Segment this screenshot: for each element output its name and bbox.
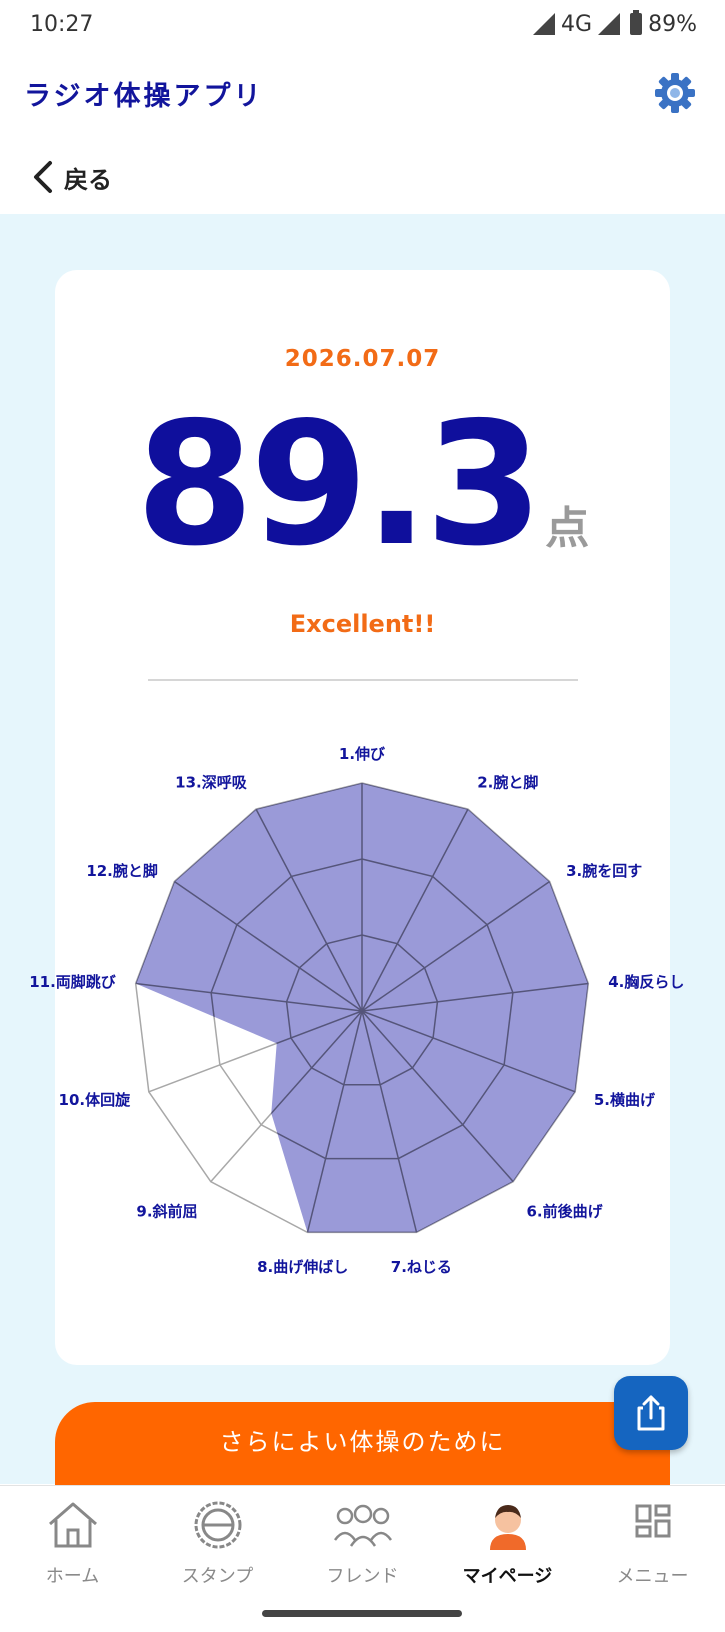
nav-item-friends[interactable]: フレンド <box>290 1500 435 1600</box>
nav-item-mypage[interactable]: マイページ <box>435 1500 580 1600</box>
share-icon <box>637 1395 665 1431</box>
nav-label-home: ホーム <box>45 1566 100 1587</box>
radar-axis-label-8: 8.曲げ伸ばし <box>257 1258 348 1276</box>
nav-item-stamp[interactable]: スタンプ <box>145 1500 290 1600</box>
home-icon <box>48 1502 97 1548</box>
radar-axis-label-2: 2.腕と脚 <box>477 773 538 791</box>
radar-axis-label-13: 13.深呼吸 <box>175 773 248 791</box>
nav-label-friends: フレンド <box>326 1566 399 1587</box>
radar-axis-label-7: 7.ねじる <box>391 1258 452 1276</box>
menu-grid-icon <box>635 1504 670 1538</box>
friends-icon <box>333 1504 392 1547</box>
radar-axis-label-9: 9.斜前屈 <box>136 1203 197 1221</box>
avatar-icon <box>489 1505 526 1550</box>
radar-chart: 1.伸び 2.腕と脚 3.腕を回す 4.胸反らし 5.横曲げ 6.前後曲げ 7.ねじる 8.曲… <box>29 745 684 1276</box>
radar-axis-label-1: 1.伸び <box>339 745 385 763</box>
improve-button[interactable]: さらによい体操のために <box>55 1402 670 1486</box>
nav-item-home[interactable]: ホーム <box>0 1500 145 1600</box>
nav-label-menu: メニュー <box>616 1566 689 1587</box>
stamp-icon <box>194 1501 241 1549</box>
home-indicator <box>262 1610 462 1617</box>
nav-label-stamp: スタンプ <box>181 1566 254 1587</box>
nav-item-menu[interactable]: メニュー <box>580 1500 725 1600</box>
radar-axis-label-3: 3.腕を回す <box>566 862 642 880</box>
radar-axis-label-12: 12.腕と脚 <box>86 862 158 880</box>
radar-axis-label-10: 10.体回旋 <box>59 1091 132 1109</box>
radar-axis-label-11: 11.両脚跳び <box>29 973 116 991</box>
radar-axis-label-6: 6.前後曲げ <box>526 1203 603 1221</box>
share-button[interactable] <box>614 1376 688 1450</box>
radar-axis-label-5: 5.横曲げ <box>594 1091 656 1109</box>
radar-axis-label-4: 4.胸反らし <box>608 973 684 991</box>
nav-label-mypage: マイページ <box>462 1566 553 1587</box>
